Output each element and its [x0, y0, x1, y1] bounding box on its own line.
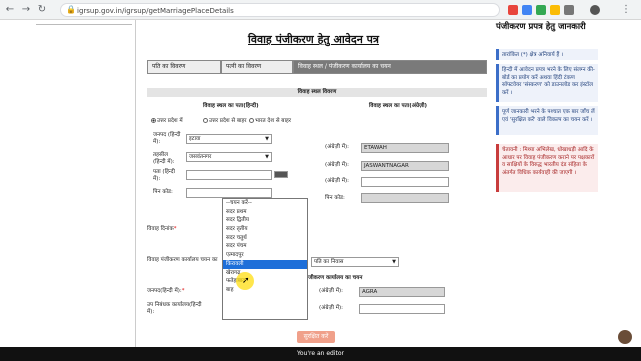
office-district-label: जनपद(हिन्दी में):* [147, 288, 185, 294]
left-column [0, 20, 136, 347]
pointer-icon: ➚ [242, 276, 250, 286]
sidebar-note-keyboard: हिन्दी में आवेदन प्रपत्र भरने के लिए संल… [496, 64, 598, 102]
col-hindi-header: विवाह स्थल का पता(हिन्दी) [203, 103, 259, 109]
page-title: विवाह पंजीकरण हेतु आवेदन पत्र [248, 33, 379, 46]
tab-venue-office[interactable]: विवाह स्थल / पंजीकरण कार्यालय का चयन [293, 60, 487, 74]
menu-icon[interactable]: ⋮ [620, 4, 632, 16]
status-bar: You're an editor [0, 347, 641, 361]
sub-registrar-eng-label: (अंग्रेज़ी में): [319, 305, 343, 311]
col-english-header: विवाह स्थल का पता(अंग्रेज़ी) [369, 103, 428, 109]
dropdown-option-highlighted[interactable]: किरावली [223, 259, 307, 269]
extension-icon[interactable] [564, 5, 574, 15]
eng-pincode-input [361, 193, 449, 203]
dropdown-option[interactable]: खेरागढ़ [223, 269, 307, 278]
eng-district-input: ETAWAH [361, 143, 449, 153]
submit-button[interactable]: सुरक्षित करें [297, 331, 335, 343]
keyboard-icon[interactable] [274, 171, 288, 178]
address-input[interactable] [186, 170, 272, 180]
extension-icon[interactable] [522, 5, 532, 15]
eng-address-input[interactable] [361, 177, 449, 187]
dropdown-option[interactable]: सदर प्रथम [223, 208, 307, 217]
tehsil-select[interactable]: जसवंतनगर ▼ [186, 152, 272, 162]
sub-registrar-eng-input[interactable] [359, 304, 445, 314]
office-district-eng-label: (अंग्रेज़ी में): [319, 288, 343, 294]
mouse-cursor: ➚ [236, 272, 254, 290]
radio-in-up[interactable]: उत्तर प्रदेश में [151, 116, 183, 124]
browser-toolbar: ← → ↻ 🔒 igrsup.gov.in/igrsup/getMarriage… [0, 0, 641, 20]
sub-registrar-label: उप निबंधक कार्यालय(हिन्दी में): [147, 302, 202, 315]
office-district-eng-input: AGRA [359, 287, 445, 297]
dropdown-option[interactable]: सदर पंचम [223, 242, 307, 251]
forward-icon[interactable]: → [20, 4, 32, 16]
district-select[interactable]: इटावा ▼ [186, 134, 272, 144]
dropdown-option[interactable]: --चयन करें-- [223, 199, 307, 208]
tab-husband[interactable]: पति का विवरण [147, 60, 221, 74]
dropdown-option[interactable]: सदर द्वितीय [223, 216, 307, 225]
radio-outside-india[interactable]: भारत देश से बाहर [249, 116, 291, 124]
eng-tehsil-input: JASWANTNAGAR [361, 161, 449, 171]
eng-district-label: (अंग्रेज़ी में): [325, 144, 349, 150]
tab-bar: पति का विवरण पत्नी का विवरण विवाह स्थल /… [147, 60, 487, 74]
section-venue: विवाह स्थल विवरण [147, 88, 487, 97]
eng-address-label: (अंग्रेज़ी में): [325, 178, 349, 184]
district-dropdown-list[interactable]: --चयन करें-- सदर प्रथम सदर द्वितीय सदर त… [222, 198, 308, 320]
info-sidebar: पंजीकरण प्रपत्र हेतु जानकारी तारांकित (*… [492, 20, 641, 347]
pincode-input[interactable] [186, 188, 272, 198]
sidebar-warning: चेतावनी : मिथ्या अभिलेख, धोखाधड़ी आदि के… [496, 144, 598, 192]
dropdown-option[interactable]: सदर चतुर्थ [223, 234, 307, 243]
radio-outside-up[interactable]: उत्तर प्रदेश से बाहर [203, 116, 247, 124]
address-label: पता (हिन्दी में): [153, 169, 175, 182]
address-bar[interactable]: 🔒 igrsup.gov.in/igrsup/getMarriagePlaceD… [60, 3, 500, 17]
form-area: विवाह पंजीकरण हेतु आवेदन पत्र पति का विव… [137, 20, 490, 347]
marriage-date-label: विवाह दिनांक* [147, 226, 177, 232]
dropdown-option[interactable]: सदर तृतीय [223, 225, 307, 234]
extension-icon[interactable] [550, 5, 560, 15]
eng-tehsil-label: (अंग्रेज़ी में): [325, 162, 349, 168]
office-select-label: विवाह पंजीकरण कार्यालय चयन का [147, 257, 218, 263]
section-office: पंजीकरण कार्यालय का चयन [305, 275, 363, 281]
office-basis-select[interactable]: पति का निवास ▼ [311, 257, 399, 267]
sidebar-title: पंजीकरण प्रपत्र हेतु जानकारी [496, 22, 586, 32]
tehsil-label: तहसील (हिन्दी में): [153, 152, 175, 165]
district-label: जनपद (हिन्दी में): [153, 132, 181, 145]
tab-wife[interactable]: पत्नी का विवरण [221, 60, 293, 74]
dropdown-option[interactable]: बाह [223, 286, 307, 295]
extension-icon[interactable] [536, 5, 546, 15]
reload-icon[interactable]: ↻ [36, 4, 48, 16]
eng-pincode-label: पिन कोड: [325, 195, 345, 201]
url-text: igrsup.gov.in/igrsup/getMarriagePlaceDet… [77, 7, 234, 15]
pincode-label: पिन कोड: [153, 189, 173, 195]
sidebar-note-required: तारांकित (*) क्षेत्र अनिवार्य हैं । [496, 49, 598, 60]
profile-icon[interactable] [590, 5, 600, 15]
back-icon[interactable]: ← [4, 4, 16, 16]
dropdown-option[interactable]: एत्मादपुर [223, 251, 307, 260]
avatar [618, 330, 632, 344]
extension-icon[interactable] [508, 5, 518, 15]
lock-icon: 🔒 [66, 5, 76, 14]
sidebar-note-verify: पूर्ण जानकारी भरने के पश्चात एक बार जाँच… [496, 106, 598, 135]
page-content: विवाह पंजीकरण हेतु आवेदन पत्र पति का विव… [0, 20, 641, 347]
